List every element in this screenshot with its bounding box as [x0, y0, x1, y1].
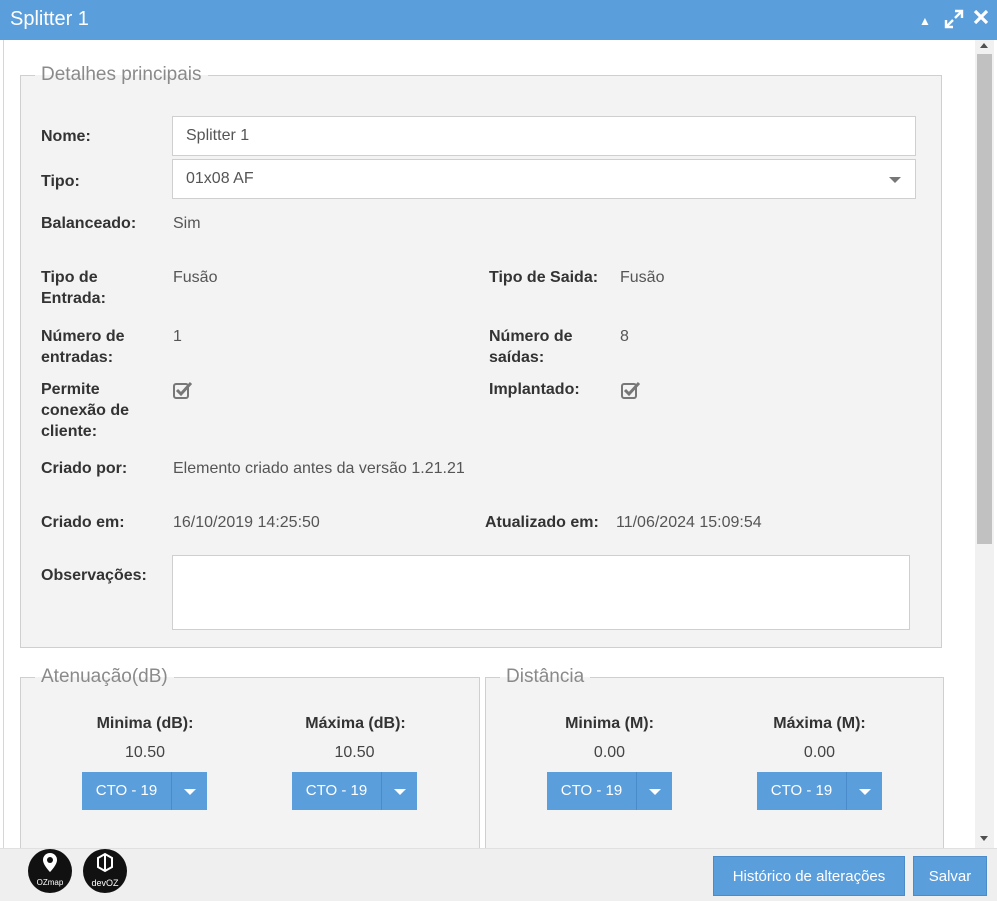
scroll-down-icon[interactable]	[980, 836, 988, 841]
main-details-legend: Detalhes principais	[41, 64, 202, 85]
numero-entradas-label: Número de entradas:	[41, 328, 125, 366]
scrollbar-thumb[interactable]	[977, 54, 992, 544]
window-titlebar: Splitter 1 ▲	[0, 0, 997, 40]
caret-down-icon	[859, 789, 871, 795]
chevron-down-icon	[889, 177, 901, 183]
atenuacao-minima-value: 10.50	[124, 744, 166, 761]
tipo-label: Tipo:	[41, 173, 80, 190]
atenuacao-maxima-caret-button[interactable]	[382, 772, 417, 810]
tipo-saida-label: Tipo de Saida:	[489, 269, 599, 286]
caret-down-icon	[649, 789, 661, 795]
vertical-scrollbar[interactable]	[975, 40, 994, 848]
distancia-legend: Distância	[506, 666, 585, 687]
caret-down-icon	[184, 789, 196, 795]
cube-icon	[97, 852, 113, 873]
atenuacao-minima-caret-button[interactable]	[172, 772, 207, 810]
implantado-label: Implantado:	[489, 381, 580, 398]
scroll-up-icon[interactable]	[980, 43, 988, 48]
distancia-minima-caret-button[interactable]	[637, 772, 672, 810]
distancia-minima-label: Minima (M):	[565, 715, 654, 732]
atenuacao-maxima-label: Máxima (dB):	[305, 715, 406, 732]
atenuacao-minima-dropdown[interactable]: CTO - 19	[82, 772, 207, 810]
distancia-minima-value: 0.00	[593, 744, 626, 761]
tipo-saida-value: Fusão	[620, 269, 665, 286]
atenuacao-maxima-dropdown[interactable]: CTO - 19	[292, 772, 417, 810]
tipo-select[interactable]: 01x08 AF	[172, 159, 916, 199]
nome-input[interactable]: Splitter 1	[172, 116, 916, 156]
devoz-logo: devOZ	[83, 849, 127, 893]
devoz-logo-text: devOZ	[91, 878, 119, 888]
observacoes-textarea[interactable]	[172, 555, 910, 630]
ozmap-logo-text: OZmap	[36, 878, 64, 887]
criado-em-label: Criado em:	[41, 514, 125, 531]
observacoes-label: Observações:	[41, 567, 147, 584]
tipo-select-value: 01x08 AF	[186, 170, 254, 187]
permite-conexao-checkbox[interactable]	[173, 381, 193, 399]
atenuacao-minima-label: Minima (dB):	[96, 715, 194, 732]
balanceado-value: Sim	[173, 215, 201, 232]
balanceado-label: Balanceado:	[41, 215, 137, 232]
criado-em-value: 16/10/2019 14:25:50	[173, 514, 320, 531]
window-title: Splitter 1	[10, 8, 89, 30]
atenuacao-maxima-value: 10.50	[334, 744, 375, 761]
map-pin-icon	[43, 853, 57, 872]
criado-por-label: Criado por:	[41, 460, 128, 477]
caret-down-icon	[394, 789, 406, 795]
ozmap-logo: OZmap	[28, 849, 72, 893]
atenuacao-maxima-button[interactable]: CTO - 19	[292, 772, 382, 810]
expand-icon[interactable]	[944, 9, 964, 35]
dialog-footer: OZmap devOZ Histórico de alterações Salv…	[0, 848, 997, 901]
distancia-maxima-caret-button[interactable]	[847, 772, 882, 810]
tipo-entrada-label: Tipo de Entrada:	[41, 269, 106, 307]
salvar-button[interactable]: Salvar	[913, 856, 987, 896]
close-icon[interactable]	[973, 9, 989, 31]
atualizado-em-label: Atualizado em:	[485, 514, 599, 531]
dialog-body: Detalhes principais Nome: Splitter 1 Tip…	[3, 40, 994, 848]
collapse-icon[interactable]: ▲	[919, 11, 931, 31]
distancia-maxima-dropdown[interactable]: CTO - 19	[757, 772, 882, 810]
distancia-maxima-button[interactable]: CTO - 19	[757, 772, 847, 810]
distancia-minima-button[interactable]: CTO - 19	[547, 772, 637, 810]
criado-por-value: Elemento criado antes da versão 1.21.21	[173, 460, 465, 477]
atenuacao-minima-button[interactable]: CTO - 19	[82, 772, 172, 810]
atenuacao-legend: Atenuação(dB)	[41, 666, 168, 687]
atualizado-em-value: 11/06/2024 15:09:54	[616, 514, 762, 531]
implantado-checkbox[interactable]	[621, 381, 641, 399]
distancia-minima-dropdown[interactable]: CTO - 19	[547, 772, 672, 810]
distancia-maxima-label: Máxima (M):	[773, 715, 866, 732]
numero-saidas-label: Número de saídas:	[489, 328, 573, 366]
historico-button[interactable]: Histórico de alterações	[713, 856, 905, 896]
distancia-maxima-value: 0.00	[803, 744, 836, 761]
tipo-entrada-value: Fusão	[173, 269, 218, 286]
numero-saidas-value: 8	[620, 328, 629, 345]
permite-conexao-label: Permite conexão de cliente:	[41, 381, 130, 440]
nome-label: Nome:	[41, 128, 91, 145]
numero-entradas-value: 1	[173, 328, 182, 345]
